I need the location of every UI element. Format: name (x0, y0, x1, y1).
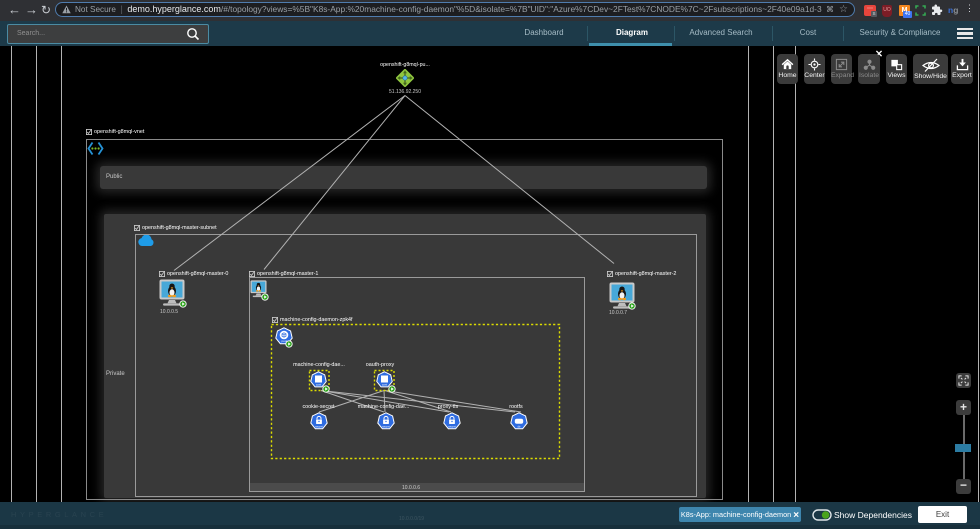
svg-text:cont: cont (316, 383, 322, 387)
svg-text:secret: secret (448, 425, 456, 429)
svg-text:secret: secret (382, 425, 390, 429)
svg-text:dir: dir (517, 425, 520, 429)
svg-text:secret: secret (315, 425, 323, 429)
svg-text:cont: cont (381, 383, 387, 387)
